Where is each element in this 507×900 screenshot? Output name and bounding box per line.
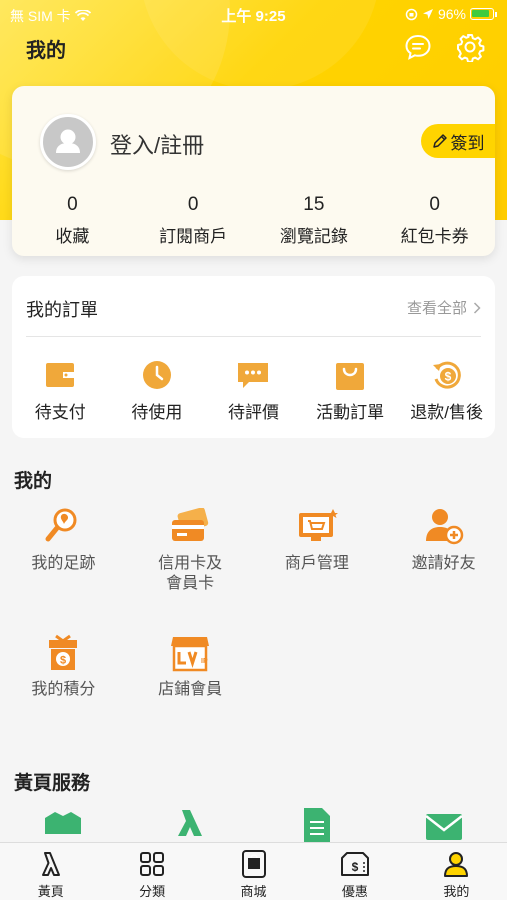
order-refund[interactable]: $ 退款/售後 — [398, 358, 495, 423]
yp-service-document[interactable] — [254, 806, 381, 842]
credit-card-icon — [172, 508, 209, 541]
orientation-lock-icon — [405, 8, 418, 20]
stat-favorites[interactable]: 0 收藏 — [12, 194, 133, 247]
refund-icon: $ — [432, 361, 461, 389]
status-bar: 無 SIM 卡 上午 9:25 96% — [0, 0, 507, 28]
mail-icon — [424, 814, 463, 840]
grid-item-label: 我的積分 — [31, 681, 96, 698]
checkin-button[interactable]: 簽到 — [421, 124, 495, 158]
battery-icon — [470, 8, 494, 20]
svg-text:$: $ — [352, 860, 359, 874]
grid-item-label: 店鋪會員 — [158, 681, 223, 698]
tab-categories[interactable]: 分類 — [101, 843, 202, 900]
footprint-search-icon — [45, 508, 77, 542]
svg-text:$: $ — [444, 370, 451, 384]
stat-label: 收藏 — [55, 227, 90, 246]
stat-value: 0 — [67, 194, 78, 215]
grid-item-label: 我的足跡 — [31, 555, 96, 572]
stat-value: 0 — [429, 194, 440, 215]
tab-label: 分類 — [139, 884, 166, 899]
mine-section-title: 我的 — [14, 471, 53, 492]
pencil-icon — [432, 134, 447, 148]
yp-service-handshake[interactable] — [0, 806, 127, 842]
chevron-right-icon — [473, 301, 481, 314]
grid-item-label: 信用卡及 會員卡 — [158, 555, 223, 592]
coupon-icon: $ — [340, 852, 369, 876]
tab-offers[interactable]: $ 優惠 — [304, 843, 405, 900]
orders-card: 我的訂單 查看全部 待支付 待使用 待評價 活動訂單 $ 退款/售後 — [12, 276, 495, 438]
grid-icon — [140, 852, 165, 876]
orders-title: 我的訂單 — [26, 300, 98, 320]
handshake-icon — [45, 812, 82, 834]
location-icon — [422, 9, 433, 19]
points-gift-icon: $ — [49, 634, 78, 670]
settings-gear-icon[interactable] — [455, 32, 485, 62]
mall-icon — [241, 850, 266, 878]
yellow-pages-logo-icon — [178, 810, 203, 836]
grid-item-invite-friends[interactable]: 邀請好友 — [380, 506, 507, 594]
tab-mine[interactable]: 我的 — [406, 843, 507, 900]
grid-item-label: 商戶管理 — [284, 555, 349, 572]
battery-percent: 96% — [437, 6, 466, 22]
order-pending-review[interactable]: 待評價 — [205, 358, 302, 423]
wallet-icon — [46, 363, 75, 387]
store-member-icon: IP — [171, 637, 210, 672]
view-all-orders-link[interactable]: 查看全部 — [407, 297, 481, 318]
tab-label: 黃頁 — [37, 884, 64, 899]
shopping-bag-icon — [336, 363, 365, 390]
order-activity[interactable]: 活動訂單 — [302, 358, 399, 423]
grid-item-credit-cards[interactable]: 信用卡及 會員卡 — [127, 506, 254, 594]
avatar[interactable] — [40, 114, 96, 170]
merchant-monitor-icon — [298, 509, 338, 541]
user-icon — [444, 852, 469, 877]
grid-item-my-points[interactable]: $ 我的積分 — [0, 632, 127, 700]
tab-label: 我的 — [443, 884, 470, 899]
yp-service-mail[interactable] — [380, 806, 507, 842]
stat-value: 15 — [303, 194, 325, 215]
svg-text:$: $ — [60, 655, 66, 667]
stat-label: 瀏覽記錄 — [279, 227, 348, 246]
stat-subscribed-merchants[interactable]: 0 訂閱商戶 — [133, 194, 254, 247]
yellow-pages-row — [0, 806, 507, 842]
stat-coupons[interactable]: 0 紅包卡券 — [374, 194, 495, 247]
order-item-label: 待支付 — [34, 403, 86, 422]
order-item-label: 退款/售後 — [410, 403, 484, 422]
profile-stats: 0 收藏 0 訂閱商戶 15 瀏覽記錄 0 紅包卡券 — [12, 194, 495, 247]
stat-label: 訂閱商戶 — [159, 227, 228, 246]
order-item-label: 待使用 — [131, 403, 183, 422]
profile-card: 登入/註冊 簽到 0 收藏 0 訂閱商戶 15 瀏覽記錄 0 紅包卡券 — [12, 86, 495, 256]
order-item-label: 活動訂單 — [316, 403, 385, 422]
grid-item-merchant-management[interactable]: 商戶管理 — [254, 506, 381, 594]
default-user-icon — [56, 129, 80, 153]
tab-label: 優惠 — [341, 884, 368, 899]
tab-label: 商城 — [240, 884, 267, 899]
stat-value: 0 — [187, 194, 199, 215]
tab-mall[interactable]: 商城 — [203, 843, 304, 900]
order-pending-use[interactable]: 待使用 — [109, 358, 206, 423]
yp-service-yellow-pages[interactable] — [127, 806, 254, 842]
login-register-link[interactable]: 登入/註冊 — [110, 128, 204, 160]
clock-icon — [142, 361, 171, 389]
bottom-tab-bar: 黃頁 分類 商城 $ 優惠 我的 — [0, 842, 507, 900]
grid-item-label: 邀請好友 — [411, 555, 476, 572]
order-item-label: 待評價 — [227, 403, 279, 422]
grid-item-footprints[interactable]: 我的足跡 — [0, 506, 127, 594]
yellow-pages-section-title: 黃頁服務 — [14, 773, 91, 794]
invite-friend-icon — [425, 509, 463, 545]
tab-yellow-pages[interactable]: 黃頁 — [0, 843, 101, 900]
document-icon — [303, 808, 330, 842]
svg-text:IP: IP — [201, 658, 208, 665]
yellow-pages-icon — [41, 852, 60, 876]
grid-item-store-members[interactable]: IP 店鋪會員 — [127, 632, 254, 700]
message-icon[interactable] — [403, 32, 433, 62]
view-all-label: 查看全部 — [406, 300, 467, 317]
stat-browsing-history[interactable]: 15 瀏覽記錄 — [254, 194, 375, 247]
page-title: 我的 — [26, 40, 66, 62]
stat-label: 紅包卡券 — [400, 227, 469, 246]
order-pending-payment[interactable]: 待支付 — [12, 358, 109, 423]
comment-icon — [238, 363, 269, 388]
checkin-label: 簽到 — [450, 133, 485, 153]
